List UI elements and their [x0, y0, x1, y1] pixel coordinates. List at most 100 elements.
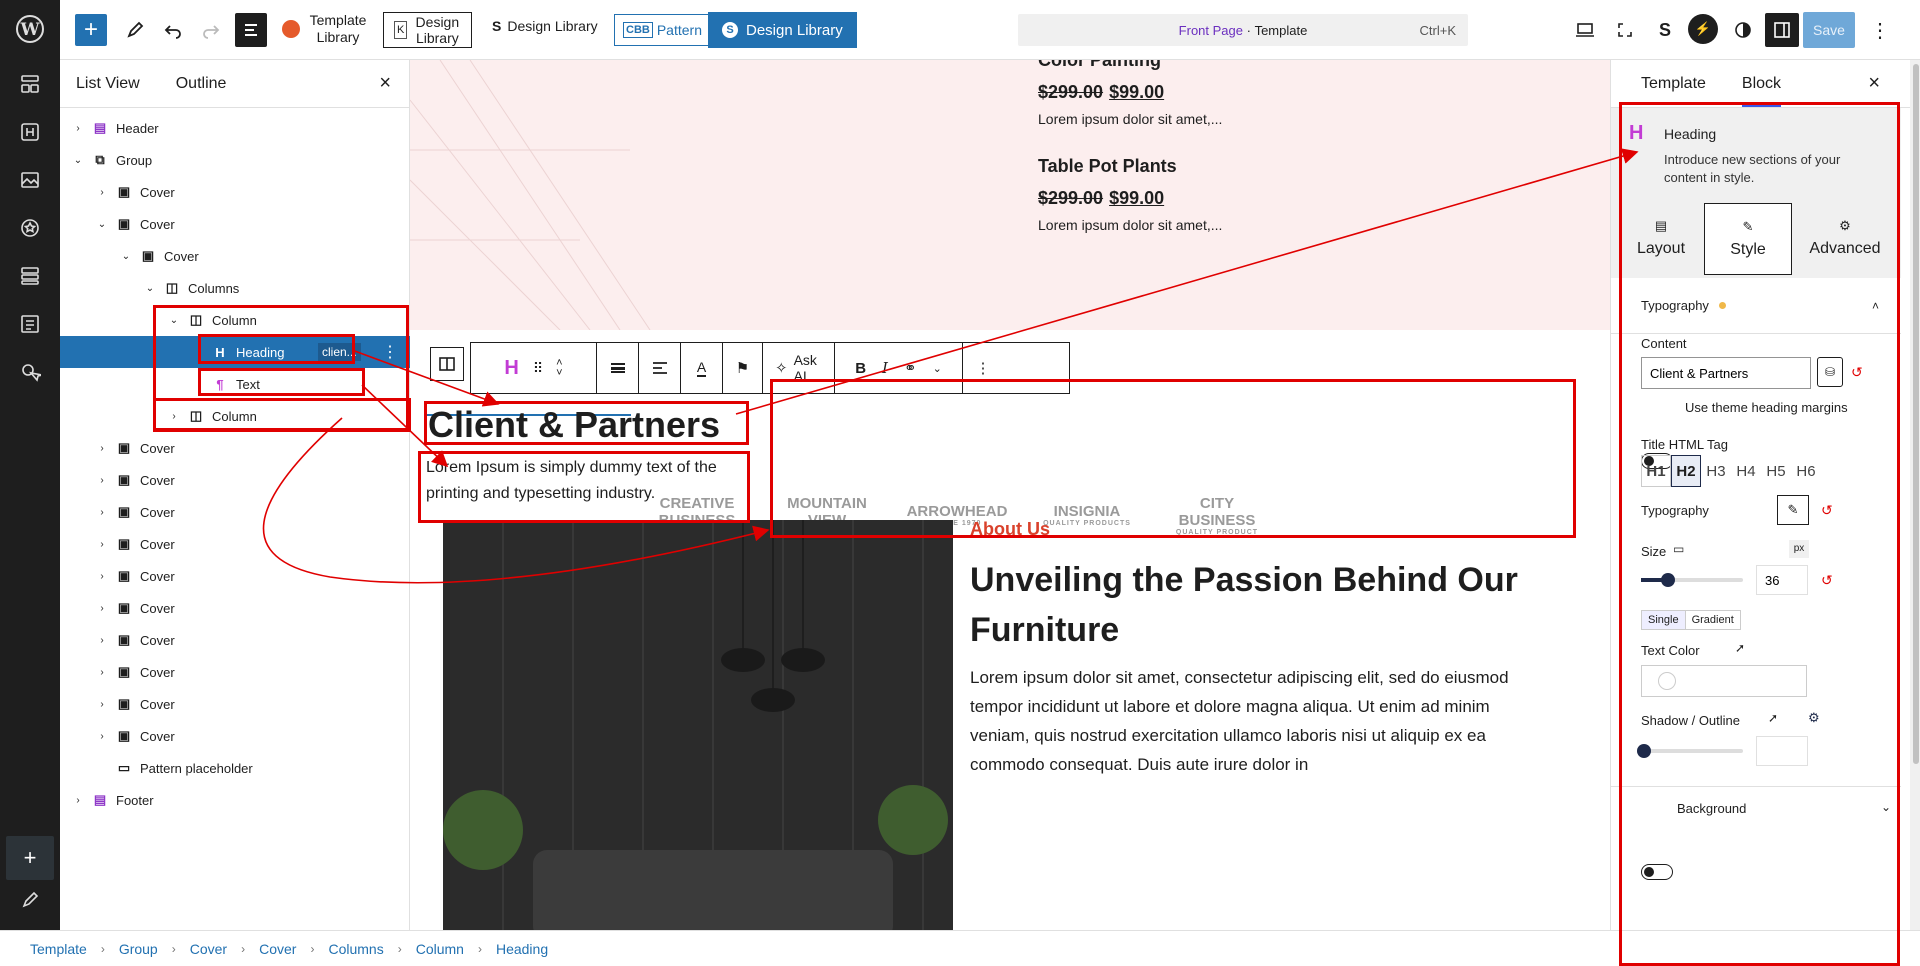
template-library-button[interactable]: Template Library [282, 12, 368, 46]
star-badge-icon[interactable] [14, 212, 46, 244]
pencil-icon[interactable] [14, 884, 46, 916]
forms-icon[interactable] [14, 308, 46, 340]
command-palette-button[interactable]: Front Page · Template Ctrl+K [1018, 14, 1468, 46]
list-view-item[interactable]: › ▤ Footer [60, 784, 410, 816]
html-tag-h1[interactable]: H1 [1641, 455, 1671, 487]
expand-chevron-icon[interactable]: › [94, 635, 110, 646]
list-view-item[interactable]: › ▣ Cover [60, 688, 410, 720]
shadow-slider[interactable] [1637, 744, 1743, 758]
undo-icon[interactable] [158, 12, 188, 48]
list-view-item[interactable]: › ▣ Cover [60, 496, 410, 528]
list-view-item[interactable]: › ▣ Cover [60, 656, 410, 688]
shadow-input[interactable] [1756, 736, 1808, 766]
link-icon[interactable]: ⚭ [904, 359, 917, 377]
more-format-chevron-icon[interactable]: ⌄ [933, 362, 942, 375]
reset-icon[interactable]: ↺ [1851, 364, 1863, 381]
size-unit[interactable]: px [1789, 540, 1809, 558]
save-button[interactable]: Save [1803, 12, 1855, 48]
subtab-advanced[interactable]: ⚙ Advanced [1795, 208, 1895, 268]
gear-icon[interactable]: ⚙ [1808, 710, 1820, 726]
background-toggle[interactable] [1641, 864, 1673, 880]
typography-edit-icon[interactable]: ✎ [1777, 495, 1809, 525]
list-view-item[interactable]: › ▣ Cover [60, 464, 410, 496]
pointer-icon[interactable]: ➚ [1768, 711, 1778, 725]
patterns-icon[interactable] [14, 68, 46, 100]
subtab-layout[interactable]: ▤ Layout [1621, 208, 1701, 268]
design-library-box-button[interactable]: K Design Library [383, 12, 473, 48]
list-view-item[interactable]: ⌄ ▣ Cover [60, 240, 410, 272]
subtab-style[interactable]: ✎ Style [1704, 203, 1792, 275]
sections-icon[interactable] [14, 260, 46, 292]
block-inserter-button[interactable]: + [75, 14, 107, 46]
html-tag-h6[interactable]: H6 [1791, 455, 1821, 487]
breadcrumb-item[interactable]: Heading [496, 941, 548, 957]
design-library-link[interactable]: S Design Library [492, 18, 598, 34]
list-view-item[interactable]: ⌄ ▣ Cover [60, 208, 410, 240]
bold-icon[interactable]: B [855, 360, 866, 377]
reset-icon[interactable]: ↺ [1821, 572, 1833, 589]
settings-scroll-thumb[interactable] [1913, 64, 1919, 764]
expand-chevron-icon[interactable]: › [94, 731, 110, 742]
media-icon[interactable] [14, 164, 46, 196]
list-view-item[interactable]: › ▣ Cover [60, 176, 410, 208]
expand-chevron-icon[interactable]: ⌄ [70, 155, 86, 166]
list-view-item[interactable]: ¶ Text [60, 368, 410, 400]
html-tag-h3[interactable]: H3 [1701, 455, 1731, 487]
expand-chevron-icon[interactable]: ⌄ [94, 219, 110, 230]
expand-chevron-icon[interactable]: ⌄ [118, 251, 134, 262]
block-options-icon[interactable]: ⋮ [963, 343, 1003, 393]
expand-chevron-icon[interactable]: › [166, 411, 182, 422]
expand-chevron-icon[interactable]: ⌄ [166, 315, 182, 326]
list-view-item[interactable]: › ▣ Cover [60, 624, 410, 656]
expand-chevron-icon[interactable]: › [94, 571, 110, 582]
settings-sidebar-toggle-icon[interactable] [1765, 13, 1799, 47]
tab-template[interactable]: Template [1641, 75, 1706, 93]
close-icon[interactable]: × [1868, 72, 1880, 95]
styles-contrast-icon[interactable] [1728, 12, 1758, 48]
text-align-icon[interactable] [639, 343, 681, 393]
html-tag-h2[interactable]: H2 [1671, 455, 1701, 487]
tab-list-view[interactable]: List View [76, 75, 140, 93]
expand-chevron-icon[interactable]: › [70, 795, 86, 806]
list-view-item[interactable]: › ◫ Column [60, 400, 410, 432]
tab-block[interactable]: Block [1741, 75, 1782, 107]
pattern-button[interactable]: CBB Pattern [614, 14, 711, 46]
expand-chevron-icon[interactable]: › [94, 699, 110, 710]
list-view-item[interactable]: › ▤ Header [60, 112, 410, 144]
pointer-icon[interactable]: ➚ [1735, 641, 1745, 655]
client-partners-heading[interactable]: Client & Partners [428, 405, 720, 445]
ask-ai-button[interactable]: ✧ Ask AI [763, 343, 835, 393]
expand-chevron-icon[interactable]: › [94, 667, 110, 678]
tools-pencil-icon[interactable] [120, 12, 150, 48]
text-color-picker[interactable] [1641, 665, 1807, 697]
flag-icon[interactable]: ⚑ [723, 343, 763, 393]
list-view-item[interactable]: ▭ Pattern placeholder [60, 752, 410, 784]
expand-chevron-icon[interactable]: › [94, 507, 110, 518]
list-view-item[interactable]: › ▣ Cover [60, 432, 410, 464]
desktop-icon[interactable]: ▭ [1673, 542, 1684, 556]
list-view-item[interactable]: ⌄ ◫ Columns [60, 272, 410, 304]
fullscreen-icon[interactable] [1610, 12, 1640, 48]
italic-icon[interactable]: I [882, 359, 888, 377]
item-options-icon[interactable]: ⋮ [382, 342, 398, 362]
wordpress-logo-icon[interactable]: W [13, 12, 47, 46]
list-view-item[interactable]: › ▣ Cover [60, 592, 410, 624]
html-tag-h5[interactable]: H5 [1761, 455, 1791, 487]
text-color-icon[interactable]: A [681, 343, 723, 393]
breadcrumb-item[interactable]: Group [119, 941, 158, 957]
list-view-item[interactable]: ⌄ ⧉ Group [60, 144, 410, 176]
options-menu-icon[interactable]: ⋮ [1868, 12, 1892, 48]
chevron-down-icon[interactable]: ⌄ [1881, 800, 1891, 814]
size-input[interactable] [1756, 565, 1808, 595]
breadcrumb-item[interactable]: Columns [328, 941, 383, 957]
list-view-item[interactable]: ⌄ ◫ Column [60, 304, 410, 336]
breadcrumb-item[interactable]: Cover [190, 941, 227, 957]
list-view-item[interactable]: H Heading clien... ⋮ [60, 336, 410, 368]
cursor-settings-icon[interactable] [14, 356, 46, 388]
list-view-item[interactable]: › ▣ Cover [60, 560, 410, 592]
expand-chevron-icon[interactable]: › [94, 475, 110, 486]
bolt-icon[interactable]: ⚡ [1688, 14, 1718, 44]
breadcrumb-item[interactable]: Cover [259, 941, 296, 957]
stackable-settings-icon[interactable]: S [1650, 12, 1680, 48]
breadcrumb-item[interactable]: Template [30, 941, 87, 957]
